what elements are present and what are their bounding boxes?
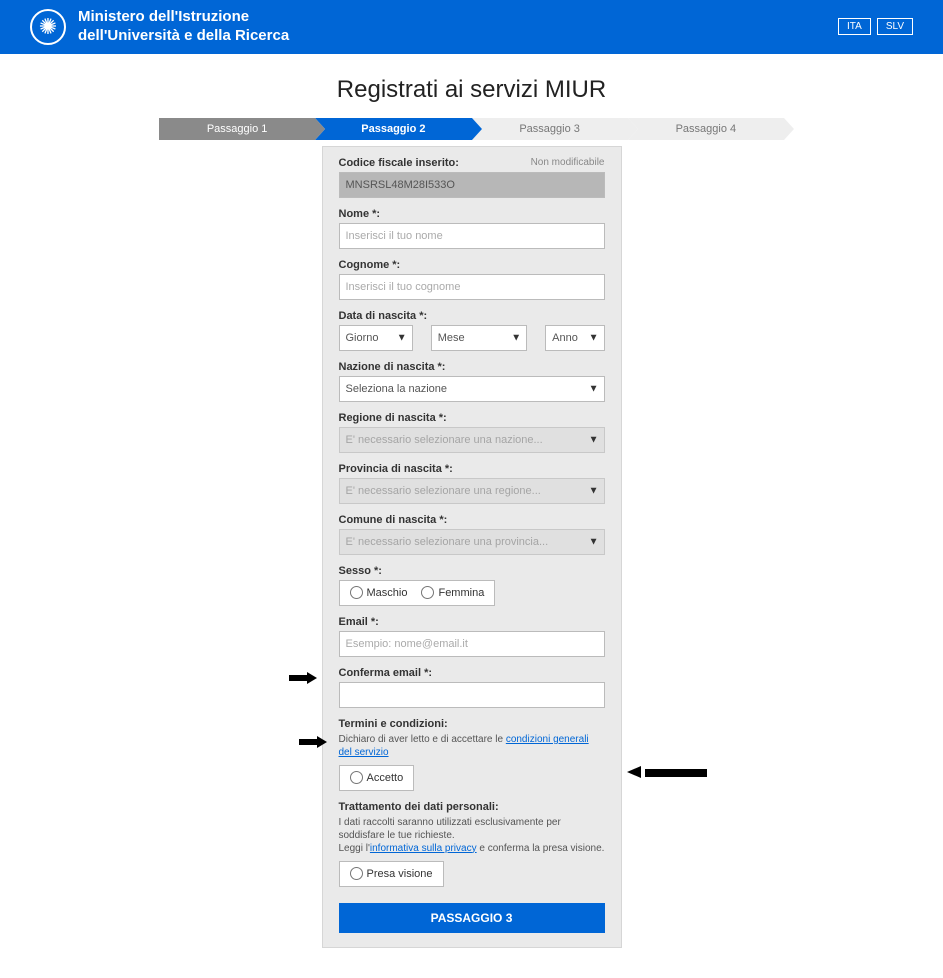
email-input[interactable]: [339, 631, 605, 657]
femmina-radio[interactable]: [421, 586, 434, 599]
page-title: Registrati ai servizi MIUR: [0, 76, 943, 104]
miur-logo-icon: ✺: [30, 9, 66, 45]
nazione-label: Nazione di nascita *:: [339, 361, 605, 373]
conferma-email-input[interactable]: [339, 682, 605, 708]
header-left: ✺ Ministero dell'Istruzione dell'Univers…: [30, 8, 289, 46]
data-nascita-label: Data di nascita *:: [339, 310, 605, 322]
regione-select: E' necessario selezionare una nazione...: [339, 427, 605, 453]
cf-input: [339, 172, 605, 198]
top-header: ✺ Ministero dell'Istruzione dell'Univers…: [0, 0, 943, 54]
sesso-radio-group: Maschio Femmina: [339, 580, 496, 606]
stepper: Passaggio 1 Passaggio 2 Passaggio 3 Pass…: [159, 118, 784, 140]
passaggio-3-button[interactable]: PASSAGGIO 3: [339, 903, 605, 933]
cf-readonly-note: Non modificabile: [531, 157, 605, 168]
cf-label: Codice fiscale inserito: Non modificabil…: [339, 157, 605, 169]
privacy-label: Trattamento dei dati personali:: [339, 801, 605, 813]
sesso-label: Sesso *:: [339, 565, 605, 577]
header-title: Ministero dell'Istruzione dell'Universit…: [78, 8, 289, 46]
registration-form: Codice fiscale inserito: Non modificabil…: [322, 146, 622, 948]
comune-select: E' necessario selezionare una provincia.…: [339, 529, 605, 555]
accetto-radio-group: Accetto: [339, 765, 415, 791]
comune-label: Comune di nascita *:: [339, 514, 605, 526]
mese-select[interactable]: Mese: [431, 325, 527, 351]
presa-visione-radio-group: Presa visione: [339, 861, 444, 887]
header-right: ITA SLV: [838, 18, 913, 35]
termini-label: Termini e condizioni:: [339, 718, 605, 730]
cognome-label: Cognome *:: [339, 259, 605, 271]
annotation-arrow-icon: [299, 736, 329, 748]
cf-field-group: Codice fiscale inserito: Non modificabil…: [339, 157, 605, 198]
nome-input[interactable]: [339, 223, 605, 249]
lang-ita-button[interactable]: ITA: [838, 18, 871, 35]
step-1[interactable]: Passaggio 1: [159, 118, 315, 140]
cognome-input[interactable]: [339, 274, 605, 300]
step-3: Passaggio 3: [472, 118, 628, 140]
step-2: Passaggio 2: [315, 118, 471, 140]
maschio-radio-label[interactable]: Maschio: [350, 586, 408, 599]
provincia-select: E' necessario selezionare una regione...: [339, 478, 605, 504]
email-label: Email *:: [339, 616, 605, 628]
nazione-select[interactable]: Seleziona la nazione: [339, 376, 605, 402]
conferma-email-label: Conferma email *:: [339, 667, 605, 679]
femmina-radio-label[interactable]: Femmina: [421, 586, 484, 599]
step-4: Passaggio 4: [628, 118, 784, 140]
lang-slv-button[interactable]: SLV: [877, 18, 913, 35]
presa-visione-radio[interactable]: [350, 867, 363, 880]
regione-label: Regione di nascita *:: [339, 412, 605, 424]
provincia-label: Provincia di nascita *:: [339, 463, 605, 475]
privacy-link[interactable]: informativa sulla privacy: [370, 843, 477, 854]
termini-text: Dichiaro di aver letto e di accettare le…: [339, 733, 605, 759]
accetto-radio[interactable]: [350, 771, 363, 784]
privacy-text: I dati raccolti saranno utilizzati esclu…: [339, 816, 605, 855]
header-title-line1: Ministero dell'Istruzione: [78, 8, 289, 27]
annotation-arrow-icon: [627, 766, 707, 778]
anno-select[interactable]: Anno: [545, 325, 604, 351]
maschio-radio[interactable]: [350, 586, 363, 599]
presa-visione-radio-label[interactable]: Presa visione: [350, 867, 433, 880]
accetto-radio-label[interactable]: Accetto: [350, 771, 404, 784]
giorno-select[interactable]: Giorno: [339, 325, 413, 351]
annotation-arrow-icon: [289, 672, 319, 684]
nome-label: Nome *:: [339, 208, 605, 220]
header-title-line2: dell'Università e della Ricerca: [78, 27, 289, 46]
